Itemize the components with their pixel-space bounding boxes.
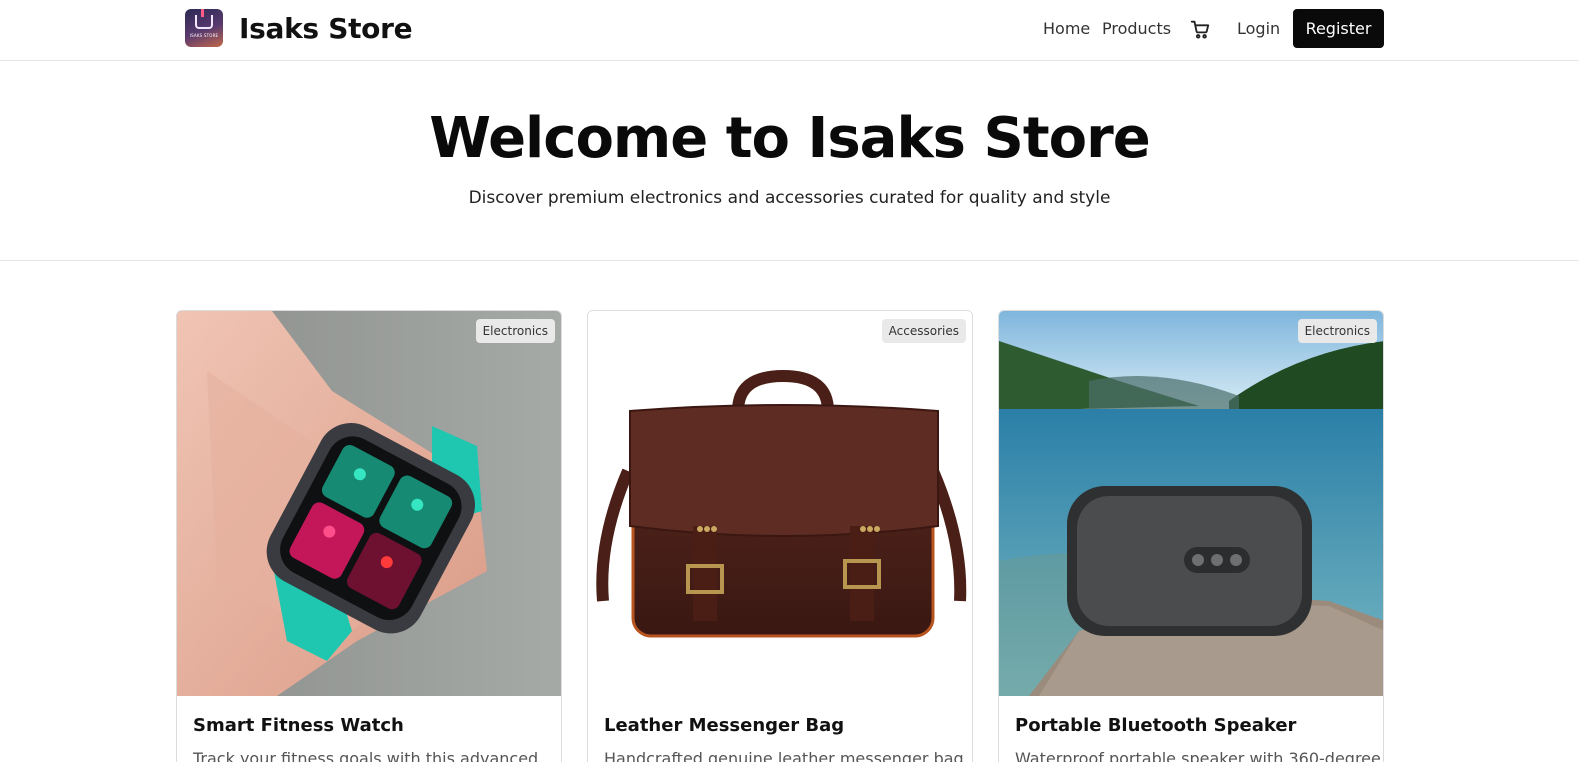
brand[interactable]: ISAKS STORE Isaks Store bbox=[185, 9, 413, 47]
nav-home-link[interactable]: Home bbox=[1043, 19, 1090, 38]
cart-button[interactable] bbox=[1188, 17, 1212, 41]
product-description: Waterproof portable speaker with 360-deg… bbox=[1015, 749, 1381, 762]
product-image-messenger-bag[interactable]: Accessories bbox=[588, 311, 972, 696]
register-button[interactable]: Register bbox=[1293, 9, 1384, 48]
product-card[interactable]: Electronics Portable Bluetooth Speaker W… bbox=[998, 310, 1384, 762]
store-logo[interactable]: ISAKS STORE bbox=[185, 9, 223, 47]
bluetooth-speaker-image bbox=[999, 311, 1383, 696]
shopping-cart-icon bbox=[1190, 20, 1210, 39]
logo-cart-icon bbox=[195, 9, 213, 29]
logo-text: ISAKS STORE bbox=[189, 33, 219, 38]
nav-login-link[interactable]: Login bbox=[1237, 19, 1280, 38]
hero-subtitle: Discover premium electronics and accesso… bbox=[468, 188, 1111, 208]
category-badge: Electronics bbox=[1297, 319, 1377, 343]
hero-section: Welcome to Isaks Store Discover premium … bbox=[0, 62, 1579, 261]
product-title[interactable]: Leather Messenger Bag bbox=[604, 715, 844, 736]
product-description: Handcrafted genuine leather messenger ba… bbox=[604, 749, 964, 762]
messenger-bag-image bbox=[588, 311, 972, 696]
brand-name[interactable]: Isaks Store bbox=[239, 12, 413, 45]
product-title[interactable]: Smart Fitness Watch bbox=[193, 715, 404, 736]
product-card[interactable]: Accessories Leather Messenger Bag Handcr… bbox=[587, 310, 973, 762]
nav-products-link[interactable]: Products bbox=[1102, 19, 1171, 38]
product-title[interactable]: Portable Bluetooth Speaker bbox=[1015, 715, 1296, 736]
product-description: Track your fitness goals with this advan… bbox=[193, 749, 539, 762]
site-header: ISAKS STORE Isaks Store Home Products Lo… bbox=[0, 0, 1579, 61]
smart-watch-image bbox=[177, 311, 561, 696]
product-card[interactable]: Electronics Smart Fitness Watch Track yo… bbox=[176, 310, 562, 762]
category-badge: Accessories bbox=[881, 319, 966, 343]
category-badge: Electronics bbox=[475, 319, 555, 343]
hero-title: Welcome to Isaks Store bbox=[429, 106, 1150, 171]
product-image-bluetooth-speaker[interactable]: Electronics bbox=[999, 311, 1383, 696]
product-image-smart-watch[interactable]: Electronics bbox=[177, 311, 561, 696]
